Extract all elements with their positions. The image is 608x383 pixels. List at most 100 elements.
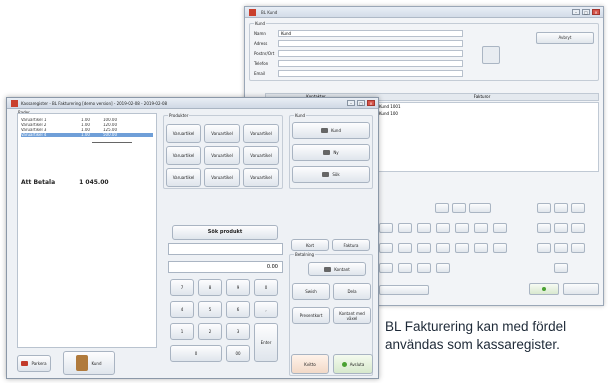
keyboard-key[interactable] xyxy=(379,223,393,233)
user-label: Kund xyxy=(91,360,102,366)
keyboard-key[interactable] xyxy=(417,223,431,233)
postal-input[interactable] xyxy=(278,49,463,57)
register-window: Kassaregister - BL Fakturering [demo ver… xyxy=(6,97,379,379)
keypad-key[interactable]: 2 xyxy=(198,323,222,340)
keypad-key-zero[interactable]: 0 xyxy=(170,345,222,362)
swish-button[interactable]: Swish xyxy=(292,283,330,300)
keyboard-key[interactable] xyxy=(455,223,469,233)
keyboard-key[interactable] xyxy=(417,263,431,273)
close-icon[interactable]: × xyxy=(367,100,375,106)
cancel-button[interactable]: Avbryt xyxy=(536,32,594,44)
new-customer-label: Ny xyxy=(333,150,339,155)
keypad-key[interactable]: 4 xyxy=(170,301,194,318)
keyboard-key[interactable] xyxy=(436,223,450,233)
card-button[interactable]: Kort xyxy=(291,239,329,251)
maximize-icon[interactable]: □ xyxy=(582,9,590,15)
product-button[interactable]: Varuartikel xyxy=(243,168,279,187)
keypad-key-double-zero[interactable]: 00 xyxy=(226,345,250,362)
keypad-key[interactable]: 8 xyxy=(198,279,222,296)
maximize-icon[interactable]: □ xyxy=(357,100,365,106)
row-name: Varuartikel 1 xyxy=(21,118,47,122)
name-input[interactable]: Kund xyxy=(278,29,463,37)
cash-button[interactable]: Kontant xyxy=(308,262,366,276)
table-row[interactable]: Varuartikel 1 1.00 100.00 xyxy=(21,118,153,122)
keyboard-key[interactable] xyxy=(435,203,449,213)
keyboard-key[interactable] xyxy=(379,243,393,253)
finish-button[interactable]: Avsluta xyxy=(333,354,373,374)
keyboard-key[interactable] xyxy=(398,223,412,233)
keypad-key[interactable]: 1 xyxy=(170,323,194,340)
keypad-key[interactable]: 3 xyxy=(226,323,250,340)
product-button[interactable]: Varuartikel xyxy=(204,124,240,143)
search-product-button[interactable]: Sök produkt xyxy=(172,225,278,240)
keyboard-key[interactable] xyxy=(417,243,431,253)
row-name: Varuartikel 4 xyxy=(21,133,47,137)
list-item[interactable]: Kund 100 xyxy=(376,110,598,117)
field-row: Postnr/Ort xyxy=(254,49,463,57)
product-button[interactable]: Varuartikel xyxy=(243,124,279,143)
search-customer-button[interactable]: Sök xyxy=(292,166,370,183)
table-row-selected[interactable]: Varuartikel 4 1.00 500.00 xyxy=(21,133,153,137)
list-item[interactable]: Kund 1001 xyxy=(376,103,598,110)
keyboard-key[interactable] xyxy=(398,263,412,273)
receipt-button[interactable]: Kvitto xyxy=(291,354,329,374)
keypad-key[interactable]: 9 xyxy=(226,279,250,296)
table-row[interactable]: Varuartikel 3 1.00 125.00 xyxy=(21,128,153,132)
keyboard-space-key[interactable] xyxy=(379,285,429,295)
keyboard-key[interactable] xyxy=(452,203,466,213)
close-icon[interactable]: × xyxy=(592,9,600,15)
keyboard-key[interactable] xyxy=(455,243,469,253)
keypad-key[interactable]: 0 xyxy=(254,279,278,296)
cancel-key[interactable] xyxy=(563,283,599,295)
product-button[interactable]: Varuartikel xyxy=(166,168,201,187)
keyboard-key[interactable] xyxy=(537,203,551,213)
keyboard-key[interactable] xyxy=(571,223,585,233)
invoice-button[interactable]: Faktura xyxy=(332,239,370,251)
keyboard-key[interactable] xyxy=(554,223,568,233)
cash-change-button[interactable]: Kontant med växel xyxy=(333,307,371,324)
keyboard-key[interactable] xyxy=(537,223,551,233)
keyboard-key[interactable] xyxy=(474,243,488,253)
product-button[interactable]: Varuartikel xyxy=(243,146,279,165)
address-input[interactable] xyxy=(278,39,463,47)
keyboard-key[interactable] xyxy=(436,263,450,273)
gift-card-button[interactable]: Presentkort xyxy=(292,307,330,324)
keypad-key[interactable]: 6 xyxy=(226,301,250,318)
product-button[interactable]: Varuartikel xyxy=(204,168,240,187)
email-input[interactable] xyxy=(278,69,463,77)
row-qty: 1.00 xyxy=(81,133,90,137)
row-price: 125.00 xyxy=(103,128,117,132)
minimize-icon[interactable]: – xyxy=(572,9,580,15)
keyboard-key[interactable] xyxy=(469,203,491,213)
user-button[interactable]: Kund xyxy=(63,351,115,375)
park-button[interactable]: Parkera xyxy=(17,355,51,372)
keyboard-key[interactable] xyxy=(474,223,488,233)
keyboard-key[interactable] xyxy=(493,243,507,253)
enter-button[interactable]: Enter xyxy=(254,323,278,362)
ok-button[interactable] xyxy=(529,283,559,295)
customer-button[interactable]: Kund xyxy=(292,122,370,139)
keyboard-key[interactable] xyxy=(379,263,393,273)
minimize-icon[interactable]: – xyxy=(347,100,355,106)
keyboard-key[interactable] xyxy=(554,243,568,253)
keypad-key[interactable]: 5 xyxy=(198,301,222,318)
keyboard-key[interactable] xyxy=(436,243,450,253)
keyboard-key[interactable] xyxy=(398,243,412,253)
keyboard-key[interactable] xyxy=(554,203,568,213)
split-button[interactable]: Dela xyxy=(333,283,371,300)
product-button[interactable]: Varuartikel xyxy=(166,124,201,143)
keyboard-key[interactable] xyxy=(537,243,551,253)
table-row[interactable]: Varuartikel 2 1.00 120.00 xyxy=(21,123,153,127)
phone-input[interactable] xyxy=(278,59,463,67)
product-button[interactable]: Varuartikel xyxy=(204,146,240,165)
product-button[interactable]: Varuartikel xyxy=(166,146,201,165)
keyboard-key[interactable] xyxy=(554,263,568,273)
keyboard-key[interactable] xyxy=(571,243,585,253)
keypad-key[interactable]: 7 xyxy=(170,279,194,296)
tab-invoices[interactable]: Fakturor xyxy=(366,94,598,100)
contact-card-icon[interactable] xyxy=(482,46,500,64)
keypad-key[interactable]: , xyxy=(254,301,278,318)
keyboard-key[interactable] xyxy=(493,223,507,233)
new-customer-button[interactable]: Ny xyxy=(292,144,370,161)
keyboard-key[interactable] xyxy=(571,203,585,213)
